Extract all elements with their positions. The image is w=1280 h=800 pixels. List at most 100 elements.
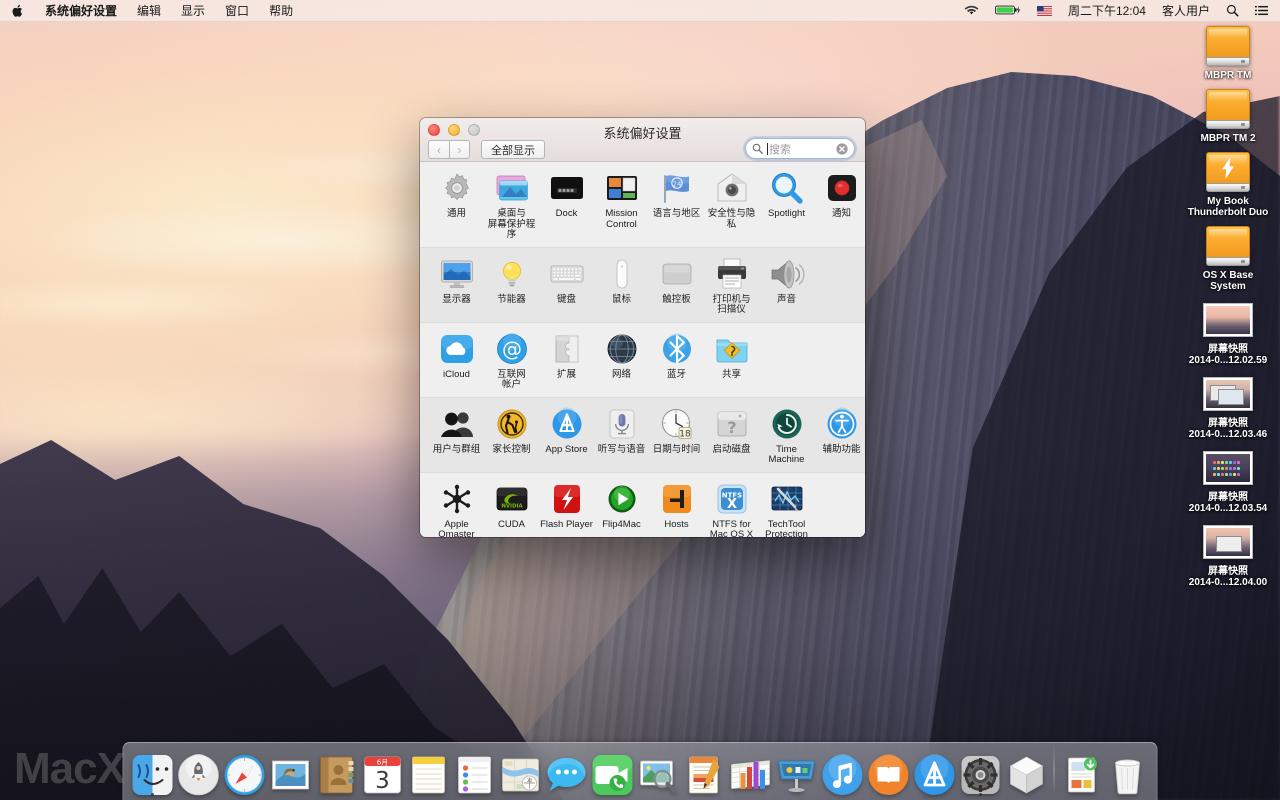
pref-pane-cuda[interactable]: NVIDIA CUDA (484, 481, 539, 538)
pref-pane-sound[interactable]: 声音 (759, 256, 814, 316)
wifi-status-item[interactable] (956, 0, 987, 22)
messages-icon (545, 753, 589, 797)
back-button[interactable]: ‹ (428, 140, 449, 159)
pref-pane-dock[interactable]: Dock (539, 170, 594, 241)
pref-pane-dictation-speech[interactable]: 听写与语音 (594, 406, 649, 466)
pref-pane-app-store[interactable]: App Store (539, 406, 594, 466)
time-machine-icon (769, 406, 805, 442)
pref-pane-ntfs-mac[interactable]: NTFS X NTFS for Mac OS X (704, 481, 759, 538)
desktop-icon-screenshot-2[interactable]: 屏幕快照 2014-0...12.03.46 (1182, 372, 1274, 440)
spotlight-icon (769, 170, 805, 206)
pref-pane-mission-control[interactable]: Mission Control (594, 170, 649, 241)
pref-pane-desktop-screensaver[interactable]: 桌面与 屏幕保护程序 (484, 170, 539, 241)
pref-pane-flip4mac[interactable]: Flip4Mac (594, 481, 649, 538)
menu-bar-user[interactable]: 客人用户 (1154, 0, 1218, 22)
forward-button[interactable]: › (449, 140, 470, 159)
desktop-icon-screenshot-1[interactable]: 屏幕快照 2014-0...12.02.59 (1182, 298, 1274, 366)
dock-item-reminders[interactable] (452, 745, 498, 797)
desktop-icon-drive-osxbase[interactable]: OS X Base System (1182, 224, 1274, 292)
dock-item-contacts[interactable] (314, 745, 360, 797)
menu-app-name[interactable]: 系统偏好设置 (35, 0, 127, 22)
dock-item-trash[interactable] (1105, 745, 1151, 797)
pref-pane-internet-accounts[interactable]: @ 互联网 帐户 (484, 331, 539, 391)
system-preferences-window[interactable]: 系统偏好设置 ‹ › 全部显示 搜索 (420, 118, 865, 537)
menu-edit[interactable]: 编辑 (127, 0, 171, 22)
pref-pane-bluetooth[interactable]: 蓝牙 (649, 331, 704, 391)
pref-pane-hosts[interactable]: Hosts (649, 481, 704, 538)
pref-pane-mouse[interactable]: 鼠标 (594, 256, 649, 316)
dock-item-numbers[interactable] (728, 745, 774, 797)
pref-pane-startup-disk[interactable]: ? 启动磁盘 (704, 406, 759, 466)
wifi-icon (964, 4, 979, 16)
pref-pane-techtool-protection[interactable]: TechTool Protection (759, 481, 814, 538)
pref-pane-parental-controls[interactable]: 家长控制 (484, 406, 539, 466)
clear-search-icon[interactable] (836, 143, 848, 155)
desktop-icon-label: 屏幕快照 2014-0...12.03.46 (1189, 418, 1267, 440)
desktop-icon-drive-2[interactable]: MBPR TM 2 (1182, 87, 1274, 144)
menu-bar-status-group: 周二下午12:04 客人用户 (956, 0, 1280, 22)
spotlight-menu-item[interactable] (1218, 0, 1247, 22)
search-field[interactable]: 搜索 (745, 138, 855, 159)
pref-pane-spotlight[interactable]: Spotlight (759, 170, 814, 241)
numbers-icon (729, 753, 773, 797)
general-gear-icon (439, 170, 475, 206)
show-all-button[interactable]: 全部显示 (481, 140, 545, 159)
dock-item-safari[interactable] (222, 745, 268, 797)
desktop-icon-drive-1[interactable]: MBPR TM (1182, 24, 1274, 81)
dock-item-launchpad[interactable] (176, 745, 222, 797)
menu-bar-clock[interactable]: 周二下午12:04 (1060, 0, 1154, 22)
pref-pane-icloud[interactable]: iCloud (429, 331, 484, 391)
parental-controls-icon (494, 406, 530, 442)
pref-pane-users-groups[interactable]: 用户与群组 (429, 406, 484, 466)
pref-pane-time-machine[interactable]: Time Machine (759, 406, 814, 466)
pref-pane-energy-saver[interactable]: 节能器 (484, 256, 539, 316)
dock-item-ibooks[interactable] (866, 745, 912, 797)
dock-item-app-store[interactable] (912, 745, 958, 797)
pref-pane-label: 鼠标 (612, 295, 631, 306)
dock-item-itunes[interactable] (820, 745, 866, 797)
pref-pane-flash-player[interactable]: Flash Player (539, 481, 594, 538)
menu-help[interactable]: 帮助 (259, 0, 303, 22)
window-titlebar[interactable]: 系统偏好设置 ‹ › 全部显示 搜索 (420, 118, 865, 162)
pref-pane-language-region[interactable]: 24 语言与地区 (649, 170, 704, 241)
desktop-icon-screenshot-4[interactable]: 屏幕快照 2014-0...12.04.00 (1182, 520, 1274, 588)
dock-item-system-preferences[interactable] (958, 745, 1004, 797)
pref-pane-label: iCloud (443, 370, 470, 381)
mission-control-icon (604, 170, 640, 206)
desktop-icon-drive-thunderbolt[interactable]: My Book Thunderbolt Duo (1182, 150, 1274, 218)
dock-item-facetime[interactable] (590, 745, 636, 797)
input-menu-item[interactable] (1029, 0, 1060, 22)
dock-item-preview[interactable] (636, 745, 682, 797)
sound-icon (769, 256, 805, 292)
pref-pane-accessibility[interactable]: 辅助功能 (814, 406, 865, 466)
pref-pane-notifications[interactable]: 通知 (814, 170, 865, 241)
desktop-icon-screenshot-3[interactable]: 屏幕快照 2014-0...12.03.54 (1182, 446, 1274, 514)
pref-pane-security-privacy[interactable]: 安全性与隐私 (704, 170, 759, 241)
battery-status-item[interactable] (987, 0, 1029, 22)
dock-item-notes[interactable] (406, 745, 452, 797)
pref-pane-displays[interactable]: 显示器 (429, 256, 484, 316)
apple-menu[interactable] (0, 0, 35, 22)
pref-pane-printers-scanners[interactable]: 打印机与 扫描仪 (704, 256, 759, 316)
dock-item-keynote[interactable] (774, 745, 820, 797)
running-indicator (151, 793, 154, 796)
pref-pane-network[interactable]: 网络 (594, 331, 649, 391)
pref-pane-trackpad[interactable]: 触控板 (649, 256, 704, 316)
pref-pane-extensions[interactable]: 扩展 (539, 331, 594, 391)
pref-pane-keyboard[interactable]: 键盘 (539, 256, 594, 316)
dock-item-maps[interactable]: 30 (498, 745, 544, 797)
pref-pane-date-time[interactable]: 18 日期与时间 (649, 406, 704, 466)
dock-item-finder[interactable] (130, 745, 176, 797)
dock-item-messages[interactable] (544, 745, 590, 797)
dock-item-downloads-stack[interactable] (1059, 745, 1105, 797)
notification-center-menu-item[interactable] (1247, 0, 1276, 22)
menu-view[interactable]: 显示 (171, 0, 215, 22)
dock-item-pages[interactable] (682, 745, 728, 797)
pref-pane-sharing[interactable]: 共享 (704, 331, 759, 391)
dock-item-mail[interactable] (268, 745, 314, 797)
menu-window[interactable]: 窗口 (215, 0, 259, 22)
dock-item-xcode[interactable] (1004, 745, 1050, 797)
pref-pane-general[interactable]: 通用 (429, 170, 484, 241)
pref-pane-apple-qmaster[interactable]: Apple Qmaster (429, 481, 484, 538)
dock-item-calendar[interactable]: 6月 3 (360, 745, 406, 797)
